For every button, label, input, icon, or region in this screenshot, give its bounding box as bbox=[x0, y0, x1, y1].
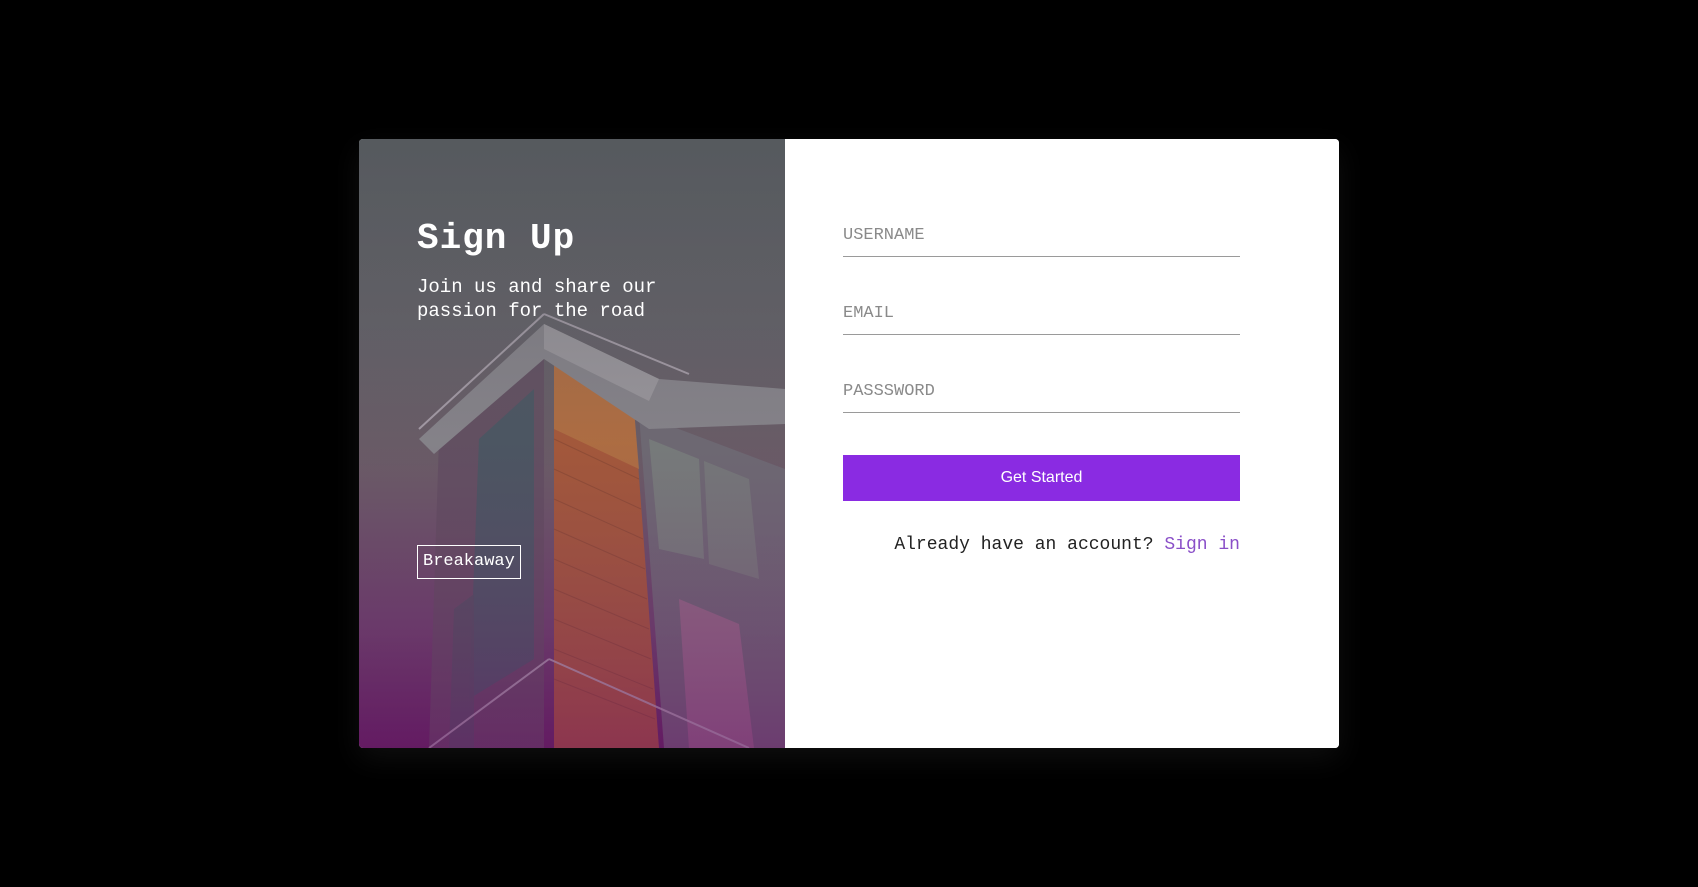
signin-prompt-text: Already have an account? bbox=[894, 535, 1154, 555]
brand-logo: Breakaway bbox=[417, 545, 521, 579]
signin-prompt-row: Already have an account? Sign in bbox=[843, 535, 1240, 555]
username-input[interactable] bbox=[843, 218, 1240, 257]
page-title: Sign Up bbox=[417, 218, 576, 259]
password-input[interactable] bbox=[843, 374, 1240, 413]
signup-card: Sign Up Join us and share our passion fo… bbox=[359, 139, 1339, 748]
hero-panel: Sign Up Join us and share our passion fo… bbox=[359, 139, 785, 748]
get-started-button[interactable]: Get Started bbox=[843, 455, 1240, 501]
signin-link[interactable]: Sign in bbox=[1164, 535, 1240, 555]
hero-subtitle: Join us and share our passion for the ro… bbox=[417, 276, 657, 322]
signup-form: Get Started Already have an account? Sig… bbox=[785, 139, 1339, 748]
email-input[interactable] bbox=[843, 296, 1240, 335]
